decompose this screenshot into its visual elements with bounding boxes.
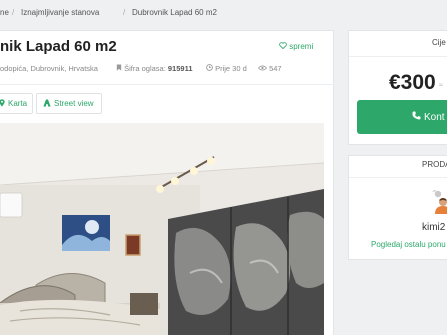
user-avatar-icon <box>432 190 447 214</box>
breadcrumb-item-home[interactable]: ne <box>0 8 9 17</box>
listing-location: odopića, Dubrovnik, Hrvatska <box>0 64 98 73</box>
ad-code: Šifra oglasa: 915911 <box>116 64 193 73</box>
listing-photo[interactable] <box>0 123 324 335</box>
seller-name[interactable]: kimi2 <box>422 222 445 233</box>
price-label: Cije <box>432 38 446 47</box>
phone-icon <box>412 111 421 123</box>
tab-map-label: Karta <box>8 99 28 108</box>
map-marker-icon <box>0 98 5 109</box>
page-title: nik Lapad 60 m2 <box>0 38 117 55</box>
contact-label: Kont <box>424 111 445 123</box>
bedroom-photo <box>0 123 324 335</box>
divider <box>0 84 334 85</box>
ad-code-value: 915911 <box>167 64 193 73</box>
avatar[interactable] <box>430 188 447 214</box>
breadcrumb: ne / Iznajmljivanje stanova / Dubrovnik … <box>0 0 447 26</box>
tab-street-view[interactable]: Street view <box>36 93 102 114</box>
tab-map[interactable]: Karta <box>0 93 33 114</box>
contact-button[interactable]: Kont <box>357 100 447 134</box>
view-count-text: 547 <box>269 64 282 73</box>
seller-label: PRODA <box>422 160 447 169</box>
posted-date: Prije 30 d <box>206 64 247 73</box>
breadcrumb-item-current: Dubrovnik Lapad 60 m2 <box>132 8 217 17</box>
price-suffix: ≈ <box>439 82 443 89</box>
seller-other-listings-link[interactable]: Pogledaj ostalu ponu <box>371 240 446 249</box>
bookmark-icon <box>116 64 124 73</box>
seller-divider <box>349 177 447 178</box>
breadcrumb-separator: / <box>123 8 126 17</box>
ad-code-label: Šifra oglasa: <box>124 64 166 73</box>
price-divider <box>349 56 447 57</box>
price-value: €300 <box>389 71 436 94</box>
view-count: 547 <box>257 64 282 73</box>
save-button[interactable]: spremi <box>279 42 313 51</box>
posted-date-text: Prije 30 d <box>215 64 247 73</box>
street-view-icon <box>43 99 51 109</box>
heart-icon <box>279 42 289 51</box>
tab-street-view-label: Street view <box>54 99 94 108</box>
eye-icon <box>257 64 269 73</box>
save-label: spremi <box>289 42 314 51</box>
clock-icon <box>206 64 215 73</box>
breadcrumb-item-category[interactable]: Iznajmljivanje stanova <box>21 8 99 17</box>
breadcrumb-separator: / <box>12 8 15 17</box>
